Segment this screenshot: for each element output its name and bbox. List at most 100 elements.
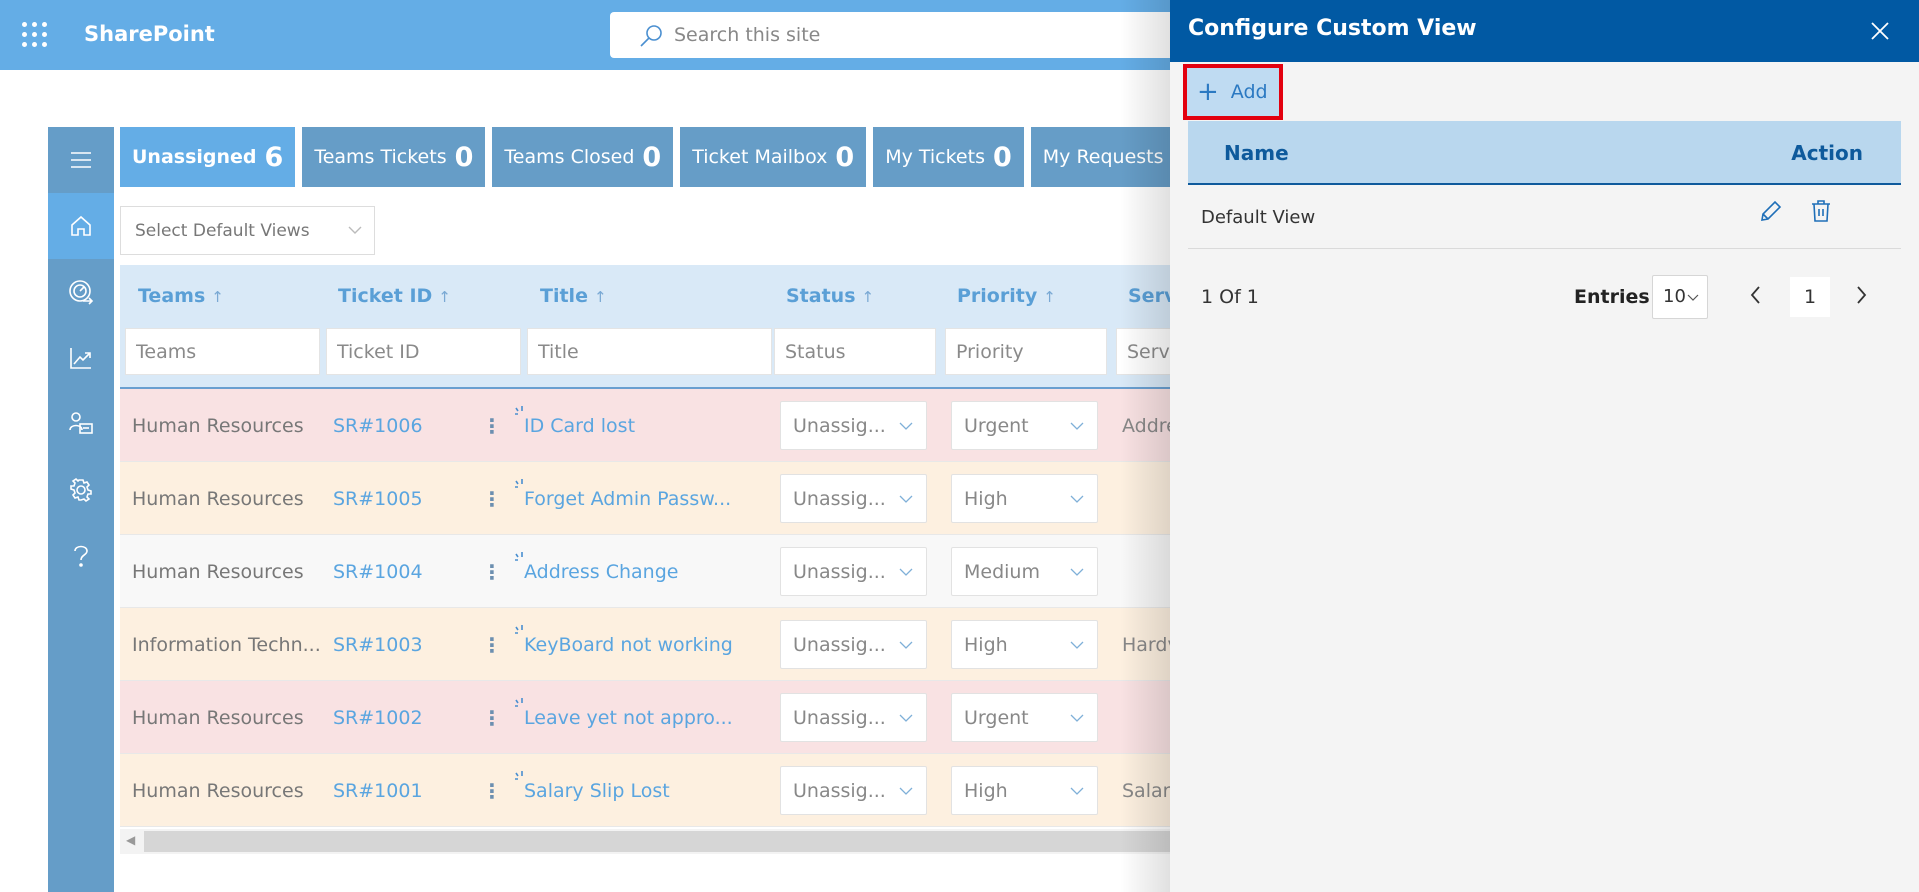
close-icon[interactable] [1867, 18, 1893, 44]
status-dropdown[interactable]: Unassig... [780, 401, 927, 450]
sidebar-item-help[interactable] [48, 523, 114, 589]
ticket-title-link[interactable]: KeyBoard not working [524, 634, 733, 656]
table-row[interactable]: Human Resources SR#1004 ⋮ Address Change Una… [120, 535, 1170, 608]
chevron-down-icon [348, 226, 362, 234]
ticket-title-cell[interactable]: Leave yet not appro... [515, 681, 733, 754]
priority-dropdown[interactable]: Urgent [951, 401, 1098, 450]
sort-arrow-icon: ↑ [1043, 288, 1056, 306]
app-name[interactable]: SharePoint [84, 22, 215, 46]
column-header-status[interactable]: Status ↑ [786, 285, 874, 307]
priority-dropdown[interactable]: High [951, 766, 1098, 815]
status-dropdown[interactable]: Unassig... [780, 693, 927, 742]
more-actions-icon[interactable]: ⋮ [482, 462, 502, 535]
table-row[interactable]: Human Resources SR#1006 ⋮ ID Card lost Unass… [120, 389, 1178, 462]
column-header-ticket-id[interactable]: Ticket ID ↑ [338, 285, 451, 307]
scrollbar-thumb[interactable] [144, 831, 1170, 852]
tab-teams-tickets[interactable]: Teams Tickets 0 [302, 127, 486, 187]
table-row[interactable]: Human Resources SR#1002 ⋮ Leave yet not app… [120, 681, 1170, 754]
ticket-title-cell[interactable]: Address Change [515, 535, 678, 608]
status-dropdown[interactable]: Unassig... [780, 620, 927, 669]
filter-status[interactable] [774, 328, 936, 375]
next-page-icon[interactable] [1853, 284, 1869, 306]
tab-unassigned[interactable]: Unassigned 6 [120, 127, 296, 187]
current-page-button[interactable]: 1 [1790, 277, 1830, 317]
ticket-id-link[interactable]: SR#1003 [333, 608, 423, 681]
entries-per-page-select[interactable]: 10 [1652, 275, 1708, 319]
ticket-id-link[interactable]: SR#1004 [333, 535, 423, 608]
ticket-title-cell[interactable]: Salary Slip Lost [515, 754, 670, 827]
team-cell: Human Resources [132, 560, 304, 583]
grid-body: Human Resources SR#1006 ⋮ ID Card lost Unass… [120, 389, 1182, 827]
loading-spinner-icon [515, 698, 523, 707]
status-dropdown[interactable]: Unassig... [780, 766, 927, 815]
ticket-title-cell[interactable]: ID Card lost [515, 389, 635, 462]
sidebar-item-settings[interactable] [48, 457, 114, 523]
ticket-title-link[interactable]: Leave yet not appro... [524, 707, 733, 729]
home-icon [71, 215, 91, 236]
table-row: Default View [1188, 185, 1901, 249]
scroll-left-arrow-icon[interactable]: ◀ [126, 833, 135, 847]
search-input[interactable] [674, 12, 1174, 58]
ticket-id-link[interactable]: SR#1001 [333, 754, 423, 827]
previous-page-icon[interactable] [1748, 284, 1764, 306]
more-actions-icon[interactable]: ⋮ [482, 608, 502, 681]
tab-label: My Tickets [885, 146, 985, 168]
ticket-title-link[interactable]: Forget Admin Passw... [524, 488, 731, 510]
column-header-teams[interactable]: Teams ↑ [138, 285, 224, 307]
settings-gear-icon [70, 477, 92, 503]
table-row[interactable]: Information Techn... SR#1003 ⋮ KeyBoard not… [120, 608, 1179, 681]
sort-arrow-icon: ↑ [211, 288, 224, 306]
status-value: Unassig... [793, 779, 886, 802]
sidebar-menu-toggle[interactable] [48, 127, 114, 193]
priority-dropdown[interactable]: Medium [951, 547, 1098, 596]
ticket-id-link[interactable]: SR#1005 [333, 462, 423, 535]
more-actions-icon[interactable]: ⋮ [482, 389, 502, 462]
more-actions-icon[interactable]: ⋮ [482, 535, 502, 608]
horizontal-scrollbar[interactable]: ◀ [120, 829, 1170, 854]
column-header-priority[interactable]: Priority ↑ [957, 285, 1056, 307]
tab-count: 0 [992, 141, 1012, 173]
column-label: Title [540, 285, 588, 307]
tab-my-tickets[interactable]: My Tickets 0 [873, 127, 1024, 187]
tab-ticket-mailbox[interactable]: Ticket Mailbox 0 [680, 127, 867, 187]
default-views-dropdown[interactable]: Select Default Views [120, 206, 375, 255]
priority-dropdown[interactable]: High [951, 620, 1098, 669]
delete-trash-icon[interactable] [1808, 197, 1834, 225]
app-launcher-waffle-icon[interactable] [22, 22, 48, 48]
loading-spinner-icon [515, 479, 523, 488]
status-dropdown[interactable]: Unassig... [780, 474, 927, 523]
more-actions-icon[interactable]: ⋮ [482, 681, 502, 754]
filter-ticket-id[interactable] [326, 328, 521, 375]
add-view-button[interactable]: + Add [1183, 64, 1283, 120]
tab-count: 0 [454, 141, 474, 173]
priority-value: High [964, 633, 1008, 656]
table-row[interactable]: Human Resources SR#1001 ⋮ Salary Slip Lost U… [120, 754, 1182, 827]
user-group-icon [69, 412, 93, 434]
priority-dropdown[interactable]: High [951, 474, 1098, 523]
ticket-id-link[interactable]: SR#1002 [333, 681, 423, 754]
sidebar-item-dashboard[interactable] [48, 259, 114, 325]
chevron-down-icon [1070, 787, 1084, 795]
views-table: Name Action Default View [1188, 121, 1901, 249]
sidebar-item-reports[interactable] [48, 325, 114, 391]
edit-pencil-icon[interactable] [1756, 198, 1784, 226]
sidebar-item-home[interactable] [48, 193, 114, 259]
ticket-title-link[interactable]: Salary Slip Lost [524, 780, 670, 802]
more-actions-icon[interactable]: ⋮ [482, 754, 502, 827]
tab-label: Ticket Mailbox [692, 146, 828, 168]
filter-title[interactable] [527, 328, 772, 375]
status-dropdown[interactable]: Unassig... [780, 547, 927, 596]
column-header-title[interactable]: Title ↑ [540, 285, 607, 307]
ticket-title-cell[interactable]: KeyBoard not working [515, 608, 733, 681]
ticket-title-link[interactable]: Address Change [524, 561, 678, 583]
priority-dropdown[interactable]: Urgent [951, 693, 1098, 742]
ticket-title-cell[interactable]: Forget Admin Passw... [515, 462, 731, 535]
ticket-title-link[interactable]: ID Card lost [524, 415, 635, 437]
ticket-id-link[interactable]: SR#1006 [333, 389, 423, 462]
column-header-action: Action [1791, 141, 1863, 165]
filter-teams[interactable] [125, 328, 320, 375]
table-row[interactable]: Human Resources SR#1005 ⋮ Forget Admin Pass… [120, 462, 1170, 535]
sidebar-item-users[interactable] [48, 391, 114, 457]
filter-priority[interactable] [945, 328, 1107, 375]
tab-teams-closed[interactable]: Teams Closed 0 [492, 127, 674, 187]
